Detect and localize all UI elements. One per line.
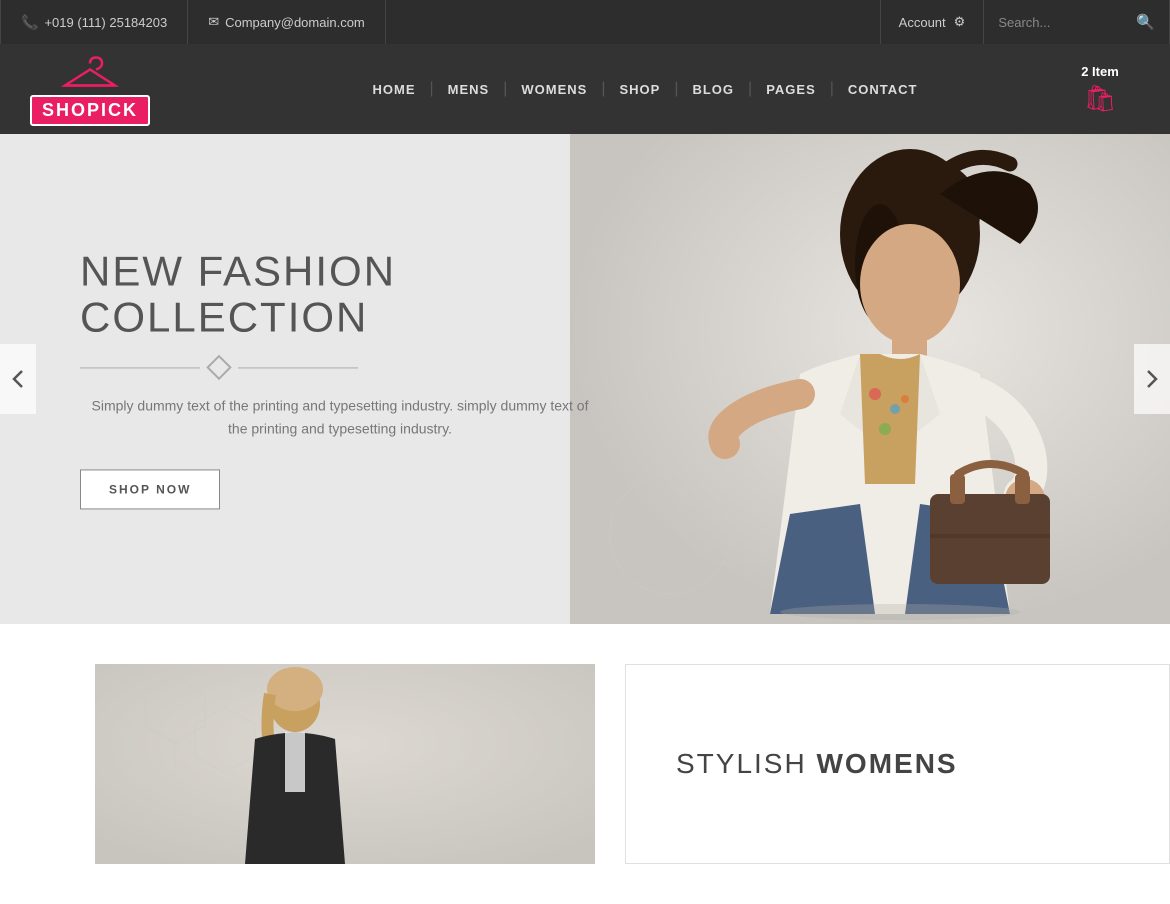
nav-item-contact[interactable]: CONTACT [834,44,932,134]
phone-contact: 📞 +019 (111) 25184203 [0,0,188,44]
below-fold-section: STYLISH WOMENS [0,624,1170,904]
below-left-image [95,664,595,864]
chevron-left-icon [12,369,24,389]
email-icon: ✉ [208,14,219,30]
divider-line-right [238,367,358,368]
header: SHOPICK HOME | MENS | WOMENS | SHOP | BL… [0,44,1170,134]
email-contact: ✉ Company@domain.com [188,0,386,44]
nav-item-pages[interactable]: PAGES [752,44,830,134]
model-svg [570,134,1170,624]
email-address: Company@domain.com [225,15,365,30]
phone-number: +019 (111) 25184203 [44,15,167,30]
nav-item-mens[interactable]: MENS [434,44,504,134]
main-nav: HOME | MENS | WOMENS | SHOP | BLOG | PAG… [230,44,1060,134]
hero-slider: NEW FASHION COLLECTION Simply dummy text… [0,134,1170,624]
slider-prev-button[interactable] [0,344,36,414]
logo[interactable]: SHOPICK [30,53,150,126]
logo-text: SHOPICK [30,95,150,126]
nav-item-blog[interactable]: BLOG [678,44,748,134]
hero-content: NEW FASHION COLLECTION Simply dummy text… [80,248,600,509]
hero-image [570,134,1170,624]
stylish-womens-title: STYLISH WOMENS [676,748,1119,780]
stylish-label-bold: WOMENS [816,748,957,779]
chevron-right-icon [1146,369,1158,389]
nav-item-home[interactable]: HOME [358,44,429,134]
logo-area[interactable]: SHOPICK [30,53,230,126]
model-placeholder [570,134,1170,624]
top-bar-right: Account ⚙ 🔍 [880,0,1170,44]
top-bar: 📞 +019 (111) 25184203 ✉ Company@domain.c… [0,0,1170,44]
below-model-svg [95,664,595,864]
nav-item-shop[interactable]: SHOP [605,44,674,134]
cart-count: 2 Item [1081,64,1119,79]
search-section[interactable]: 🔍 [983,0,1170,44]
nav-item-womens[interactable]: WOMENS [507,44,601,134]
gear-icon: ⚙ [954,14,966,30]
search-button[interactable]: 🔍 [1136,13,1155,31]
stylish-label-light: STYLISH [676,748,807,779]
search-input[interactable] [998,15,1128,30]
shop-now-button[interactable]: SHOP NOW [80,470,220,510]
account-label: Account [899,15,946,30]
hero-title: NEW FASHION COLLECTION [80,248,600,340]
top-bar-left: 📞 +019 (111) 25184203 ✉ Company@domain.c… [0,0,880,44]
diamond-icon [206,355,231,380]
cart-icon[interactable]: 🛍 [1083,83,1116,114]
below-right-content: STYLISH WOMENS [625,664,1170,864]
divider-line-left [80,367,200,368]
hero-divider [80,359,600,377]
account-section[interactable]: Account ⚙ [880,0,984,44]
hanger-icon [60,53,120,93]
cart-area[interactable]: 2 Item 🛍 [1060,64,1140,114]
phone-icon: 📞 [21,14,38,31]
hero-description: Simply dummy text of the printing and ty… [80,395,600,440]
slider-next-button[interactable] [1134,344,1170,414]
